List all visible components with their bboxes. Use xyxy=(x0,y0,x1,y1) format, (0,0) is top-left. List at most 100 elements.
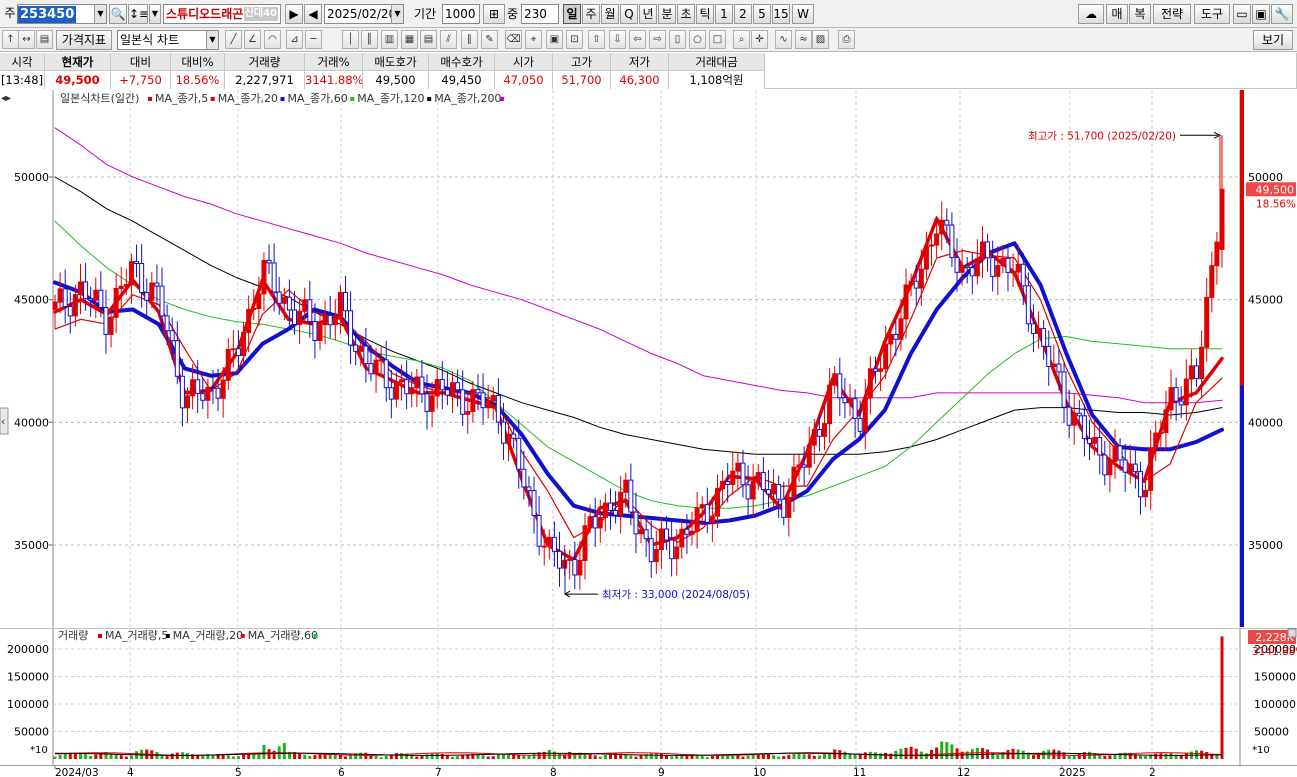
candle-body xyxy=(276,291,282,304)
price-y-tick-right: 45000 xyxy=(1248,294,1283,307)
trendline-icon[interactable]: ╱ xyxy=(225,30,242,49)
timeframe-2[interactable]: 월 xyxy=(601,4,619,24)
strategy-button[interactable]: 전략 xyxy=(1153,4,1191,24)
volume-bar xyxy=(868,751,872,759)
x-axis-svg: 2024/03 4 5 6 7 8 9 10 11 12 2025 2 xyxy=(54,766,1156,777)
chevron-down-icon[interactable]: ▼ xyxy=(94,5,106,23)
photo-icon[interactable]: ▨ xyxy=(812,30,829,49)
right-icon[interactable]: ⇨ xyxy=(649,30,666,49)
stamp-icon[interactable]: ▣ xyxy=(546,30,563,49)
down-icon[interactable]: ⇩ xyxy=(609,30,626,49)
folder-open-icon[interactable]: ▭ xyxy=(1233,4,1251,24)
price-indicator-button[interactable]: 가격지표 xyxy=(56,30,112,50)
doc-icon[interactable]: ▯ xyxy=(669,30,686,49)
timeframe-8[interactable]: 1 xyxy=(715,4,733,24)
prev-stock-icon[interactable]: ◀ xyxy=(304,4,322,24)
candle-body xyxy=(1051,363,1057,367)
candle-body xyxy=(373,359,379,375)
magnifier-icon[interactable]: ⌕ xyxy=(733,30,750,49)
volume-bar xyxy=(629,755,633,759)
span-input[interactable]: 230 xyxy=(521,4,559,24)
hline-icon[interactable]: ─ xyxy=(305,30,322,49)
fan-icon[interactable]: ⊿ xyxy=(286,30,303,49)
candle-body xyxy=(811,429,817,446)
bookmark-icon[interactable]: ⊡ xyxy=(566,30,583,49)
volume-bar xyxy=(456,756,460,759)
angle-icon[interactable]: ∠ xyxy=(244,30,261,49)
vline-icon[interactable]: │ xyxy=(342,30,359,49)
vol-grid-icon[interactable]: ▤ xyxy=(420,30,437,49)
timeframe-3[interactable]: Q xyxy=(620,4,638,24)
candle-body xyxy=(241,331,247,357)
circle-icon[interactable]: ○ xyxy=(689,30,706,49)
close-pane-icon[interactable] xyxy=(1287,628,1297,638)
eraser-icon[interactable]: ⌫ xyxy=(505,30,522,49)
chevron-down-icon[interactable]: ▼ xyxy=(206,31,218,49)
timeframe-11[interactable]: 15 xyxy=(772,4,790,24)
candle-body xyxy=(806,444,812,468)
timeframe-4[interactable]: 년 xyxy=(639,4,657,24)
candle-body xyxy=(1092,437,1098,444)
candle-body xyxy=(332,315,338,326)
grid-icon[interactable]: ▥ xyxy=(381,30,398,49)
timeframe-7[interactable]: 틱 xyxy=(696,4,714,24)
candle-body xyxy=(292,309,298,325)
buy-button[interactable]: 매 xyxy=(1106,4,1128,24)
date-input[interactable]: 2025/02/20 ▼ xyxy=(324,4,404,24)
period-input[interactable]: 1000 xyxy=(442,4,480,24)
tag-icon[interactable]: ⌖ xyxy=(525,30,542,49)
arrow-up-icon[interactable]: ↑ xyxy=(2,30,19,49)
high-price-annotation: 최고가 : 51,700 (2025/02/20) xyxy=(1028,130,1176,142)
save-icon[interactable]: ▣ xyxy=(1252,4,1270,24)
search-icon[interactable]: 🔍 xyxy=(109,4,127,24)
sort-icon[interactable]: ↕≡ xyxy=(128,4,148,24)
quote-header-5: 거래% xyxy=(305,53,363,71)
arc-icon[interactable]: ◠ xyxy=(264,30,281,49)
wave-icon[interactable]: ∿ xyxy=(775,30,792,49)
view-button[interactable]: 보기 xyxy=(1253,30,1293,50)
stock-code-input[interactable]: 253450 ▼ xyxy=(17,4,107,24)
quote-header-3: 대비% xyxy=(171,53,225,71)
parallel-icon[interactable]: ∥ xyxy=(461,30,478,49)
candle-body xyxy=(633,511,639,535)
rect-icon[interactable]: □ xyxy=(709,30,726,49)
channel-icon[interactable]: ⫽ xyxy=(440,30,457,49)
wrench-icon[interactable]: 🔧 xyxy=(1271,4,1293,24)
timeframe-9[interactable]: 2 xyxy=(734,4,752,24)
grid2-icon[interactable]: ▦ xyxy=(401,30,418,49)
chart-type-select[interactable]: 일본식 차트 ▼ xyxy=(117,30,219,50)
volume-bar xyxy=(84,754,88,759)
timeframe-0[interactable]: 일 xyxy=(563,4,581,24)
left-icon[interactable]: ⇦ xyxy=(629,30,646,49)
vline2-icon[interactable]: ║ xyxy=(361,30,378,49)
timeframe-1[interactable]: 주 xyxy=(582,4,600,24)
crosshair-icon[interactable]: ✛ xyxy=(751,30,768,49)
vol-legend-item: MA_거래량,5 xyxy=(105,629,168,642)
up-icon[interactable]: ⇧ xyxy=(588,30,605,49)
volume-bar xyxy=(160,755,164,759)
stock-name-field[interactable]: 스튜디오드래곤 신대40 xyxy=(163,4,281,24)
pen-icon[interactable]: ✎ xyxy=(481,30,498,49)
quote-header-2: 대비 xyxy=(111,53,171,71)
candle-body xyxy=(358,345,364,352)
wave2-icon[interactable]: ≈ xyxy=(795,30,812,49)
print-icon[interactable]: ⎙ xyxy=(838,30,855,49)
calendar-dropdown-icon[interactable]: ▼ xyxy=(391,5,403,23)
timeframe-10[interactable]: 5 xyxy=(753,4,771,24)
last-price-tag: 49,500 xyxy=(1256,183,1295,196)
candle-body xyxy=(98,289,104,309)
next-stock-icon[interactable]: ▶ xyxy=(285,4,303,24)
volume-bar xyxy=(823,754,827,759)
multi-button[interactable]: 복 xyxy=(1129,4,1151,24)
tick-chart-icon[interactable]: W xyxy=(792,4,814,24)
period-apply-icon[interactable]: ⊞ xyxy=(483,4,505,24)
tools-button[interactable]: 도구 xyxy=(1194,4,1230,24)
candle-body xyxy=(1199,346,1205,380)
timeframe-6[interactable]: 초 xyxy=(677,4,695,24)
arrows-horizontal-icon[interactable]: ↔ xyxy=(18,30,35,49)
volume-bar xyxy=(863,752,867,759)
cloud-icon[interactable]: ☁ xyxy=(1078,4,1104,24)
timeframe-5[interactable]: 분 xyxy=(658,4,676,24)
indicator-settings-icon[interactable]: ▤ xyxy=(36,30,53,49)
chevron-down-icon[interactable]: ▼ xyxy=(149,4,161,24)
